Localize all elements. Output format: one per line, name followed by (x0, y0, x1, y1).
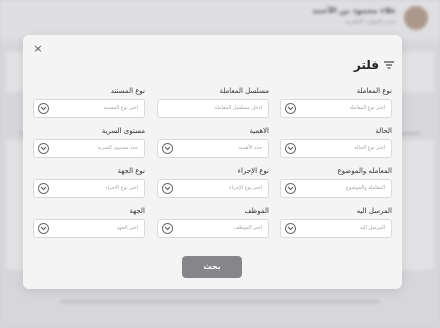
recipient-select[interactable]: المرسل اليه (280, 219, 392, 238)
chevron-down-icon (38, 103, 49, 114)
importance-field: الاهمية حدد الأهمية (157, 126, 269, 158)
select-placeholder: اختر نوع الحالة (354, 145, 385, 151)
status-select[interactable]: اختر نوع الحالة (280, 139, 392, 158)
transaction-subject-field: المعامله والموضوع المعاملة والموضوع (280, 166, 392, 198)
field-label: الجهة (129, 207, 145, 215)
confidentiality-select[interactable]: حدد مستوى السرية (33, 139, 145, 158)
modal-header: فلتر (354, 58, 394, 72)
importance-select[interactable]: حدد الأهمية (157, 139, 269, 158)
field-label: مسلسل المعاملة (219, 87, 269, 95)
field-label: المعامله والموضوع (337, 167, 392, 175)
chevron-down-icon (162, 143, 173, 154)
document-type-field: نوع المستند اختر نوع المستند (33, 86, 145, 118)
transaction-serial-input[interactable]: ادخل مسلسل المعاملة (157, 99, 269, 118)
input-placeholder: ادخل مسلسل المعاملة (214, 105, 262, 111)
field-label: المرسل اليه (356, 207, 392, 215)
chevron-down-icon (285, 223, 296, 234)
field-label: الاهمية (249, 127, 269, 135)
select-placeholder: اختر نوع المستند (103, 105, 138, 111)
entity-type-select[interactable]: اختر نوع الاجراء (33, 179, 145, 198)
close-icon[interactable]: × (33, 43, 43, 54)
select-placeholder: المرسل اليه (359, 225, 385, 231)
chevron-down-icon (285, 103, 296, 114)
field-label: الموظف (244, 207, 269, 215)
action-type-select[interactable]: اختر نوع الإجراء (157, 179, 269, 198)
select-placeholder: اختر نوع المعاملة (349, 105, 385, 111)
field-label: الحالة (375, 127, 392, 135)
modal-title: فلتر (353, 58, 379, 72)
select-placeholder: اختر الموظف (234, 225, 262, 231)
employee-select[interactable]: اختر الموظف (157, 219, 269, 238)
chevron-down-icon (162, 223, 173, 234)
entity-field: الجهة اختر الجهة (33, 206, 145, 238)
field-label: نوع المعاملة (356, 87, 392, 95)
chevron-down-icon (38, 223, 49, 234)
select-placeholder: المعاملة والموضوع (346, 185, 385, 191)
field-label: نوع الإجراء (237, 167, 269, 175)
select-placeholder: اختر نوع الإجراء (229, 185, 262, 191)
chevron-down-icon (38, 143, 49, 154)
select-placeholder: اختر نوع الاجراء (105, 185, 138, 191)
select-placeholder: حدد الأهمية (238, 145, 263, 151)
document-type-select[interactable]: اختر نوع المستند (33, 99, 145, 118)
field-label: نوع المستند (110, 87, 145, 95)
employee-field: الموظف اختر الموظف (157, 206, 269, 238)
search-button[interactable]: بحث (182, 256, 242, 278)
field-label: نوع الجهة (117, 167, 145, 175)
confidentiality-field: مستوى السرية حدد مستوى السرية (33, 126, 145, 158)
field-label: مستوى السرية (101, 127, 145, 135)
filter-modal: × فلتر نوع المعاملة اختر نوع المعاملة مس… (23, 35, 402, 289)
action-type-field: نوع الإجراء اختر نوع الإجراء (157, 166, 269, 198)
transaction-subject-select[interactable]: المعاملة والموضوع (280, 179, 392, 198)
entity-type-field: نوع الجهة اختر نوع الاجراء (33, 166, 145, 198)
transaction-type-field: نوع المعاملة اختر نوع المعاملة (280, 86, 392, 118)
transaction-serial-field: مسلسل المعاملة ادخل مسلسل المعاملة (157, 86, 269, 118)
select-placeholder: حدد مستوى السرية (97, 145, 138, 151)
chevron-down-icon (38, 183, 49, 194)
transaction-type-select[interactable]: اختر نوع المعاملة (280, 99, 392, 118)
entity-select[interactable]: اختر الجهة (33, 219, 145, 238)
filter-icon (384, 61, 394, 69)
chevron-down-icon (285, 143, 296, 154)
status-field: الحالة اختر نوع الحالة (280, 126, 392, 158)
select-placeholder: اختر الجهة (116, 225, 138, 231)
chevron-down-icon (285, 183, 296, 194)
chevron-down-icon (162, 183, 173, 194)
recipient-field: المرسل اليه المرسل اليه (280, 206, 392, 238)
